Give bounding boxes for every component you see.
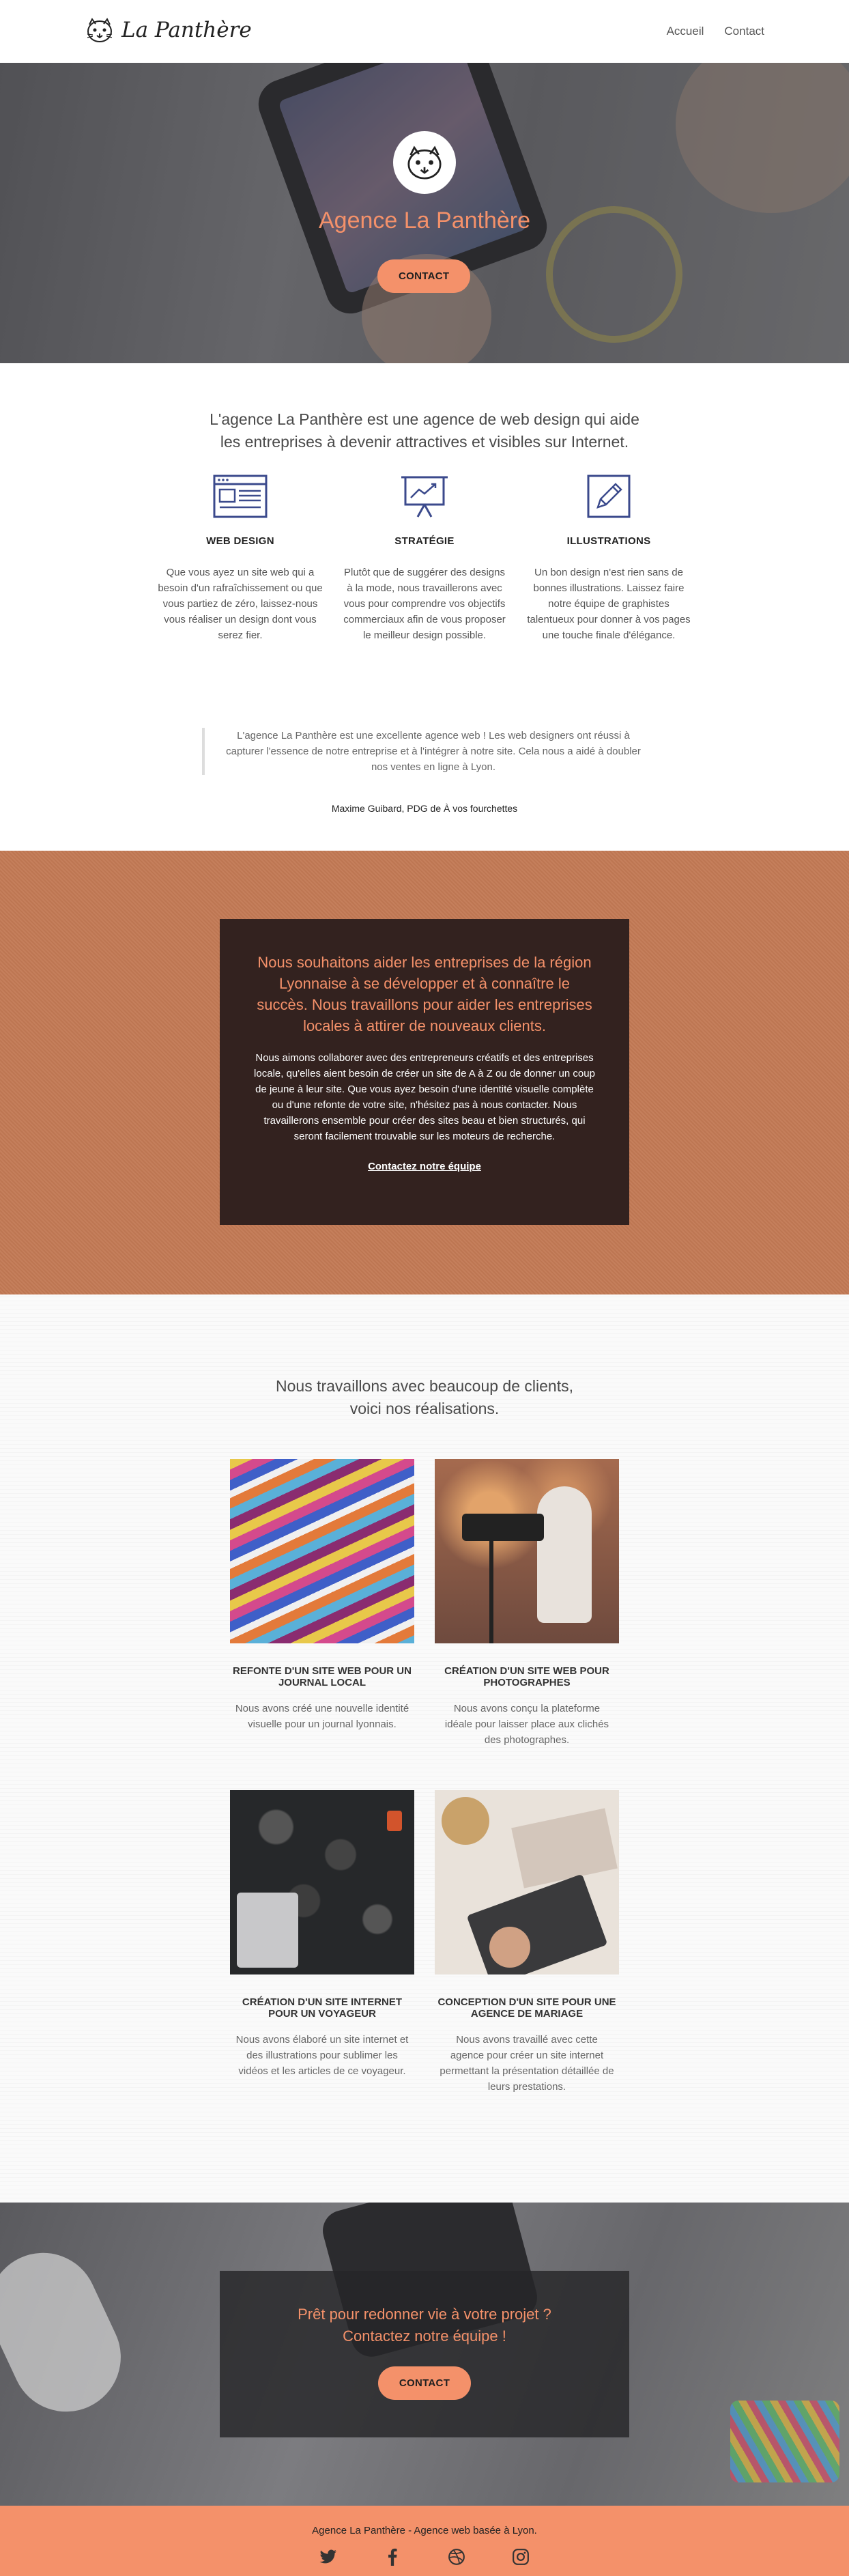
social-links [0, 2547, 849, 2566]
project-text: Nous avons créé une nouvelle identité vi… [235, 1703, 409, 1730]
project-image-desk-laptop[interactable] [435, 1790, 619, 1975]
hero-title: Agence La Panthère [318, 208, 531, 233]
nav-link-contact[interactable]: Contact [724, 25, 764, 38]
presentation-chart-icon [401, 476, 448, 518]
facebook-icon[interactable] [383, 2547, 402, 2566]
project-image-magazines[interactable] [230, 1459, 414, 1643]
project-card[interactable]: CRÉATION D'UN SITE INTERNET POUR UN VOYA… [230, 1790, 414, 2079]
feature-text: Un bon design n'est rien sans de bonnes … [527, 567, 691, 641]
feature-title: WEB DESIGN [206, 535, 274, 547]
pencil-icon [587, 475, 631, 518]
hero-logo-badge [393, 131, 456, 194]
footer-text: Agence La Panthère - Agence web basée à … [312, 2525, 537, 2536]
site-footer: Agence La Panthère - Agence web basée à … [0, 2506, 849, 2576]
project-title: CRÉATION D'UN SITE WEB POUR PHOTOGRAPHES [444, 1665, 609, 1688]
project-card[interactable]: CONCEPTION D'UN SITE POUR UNE AGENCE DE … [435, 1790, 619, 2095]
mission-box: Nous souhaitons aider les entreprises de… [220, 919, 629, 1225]
projects-section: Nous travaillons avec beaucoup de client… [0, 1294, 849, 2203]
mission-heading: Nous souhaitons aider les entreprises de… [257, 954, 592, 1034]
cta-heading: Prêt pour redonner vie à votre projet ? … [298, 2306, 551, 2345]
brand-name: La Panthère [121, 18, 252, 42]
hero-section: Agence La Panthère CONTACT [0, 63, 849, 363]
dribbble-icon[interactable] [447, 2547, 466, 2566]
contact-team-link[interactable]: Contactez notre équipe [368, 1161, 481, 1172]
panther-logo-icon [87, 18, 113, 42]
cta-section: Prêt pour redonner vie à votre projet ? … [0, 2203, 849, 2506]
testimonial-author: Maxime Guibard, PDG de À vos fourchettes [331, 803, 518, 814]
feature-text: Que vous ayez un site web qui a besoin d… [158, 567, 323, 641]
mission-section: Nous souhaitons aider les entreprises de… [0, 851, 849, 1294]
feature-title: STRATÉGIE [394, 535, 455, 547]
cta-contact-button[interactable]: CONTACT [377, 2366, 472, 2400]
feature-illustrations: ILLUSTRATIONS Un bon design n'est rien s… [526, 472, 692, 643]
project-title: REFONTE D'UN SITE WEB POUR UN JOURNAL LO… [233, 1665, 412, 1688]
project-title: CRÉATION D'UN SITE INTERNET POUR UN VOYA… [242, 1996, 403, 2020]
project-text: Nous avons élaboré un site internet et d… [235, 2034, 409, 2077]
panther-icon [407, 145, 442, 180]
feature-text: Plutôt que de suggérer des designs à la … [343, 567, 506, 641]
brand-logo[interactable]: La Panthère [85, 15, 252, 45]
site-header: La Panthère Accueil Contact [0, 0, 849, 63]
project-card[interactable]: REFONTE D'UN SITE WEB POUR UN JOURNAL LO… [230, 1459, 414, 1732]
instagram-icon[interactable] [511, 2547, 530, 2566]
feature-web-design: WEB DESIGN Que vous ayez un site web qui… [157, 472, 323, 643]
testimonial-quote: L'agence La Panthère est une excellente … [202, 728, 647, 775]
project-image-travel-gear[interactable] [230, 1790, 414, 1975]
main-nav: Accueil Contact [667, 25, 764, 38]
project-text: Nous avons conçu la plateforme idéale po… [444, 1703, 609, 1746]
cta-box: Prêt pour redonner vie à votre projet ? … [220, 2271, 629, 2437]
project-image-photographer[interactable] [435, 1459, 619, 1643]
hero-contact-button[interactable]: CONTACT [377, 259, 471, 293]
feature-strategie: STRATÉGIE Plutôt que de suggérer des des… [341, 472, 508, 643]
nav-link-accueil[interactable]: Accueil [667, 25, 704, 38]
browser-window-icon [213, 475, 268, 518]
project-card[interactable]: CRÉATION D'UN SITE WEB POUR PHOTOGRAPHES… [435, 1459, 619, 1748]
project-text: Nous avons travaillé avec cette agence p… [440, 2034, 614, 2093]
feature-title: ILLUSTRATIONS [566, 535, 651, 547]
intro-text: L'agence La Panthère est une agence de w… [210, 410, 639, 451]
twitter-icon[interactable] [319, 2547, 338, 2566]
features-row: WEB DESIGN Que vous ayez un site web qui… [157, 472, 692, 643]
projects-title: Nous travaillons avec beaucoup de client… [276, 1377, 573, 1417]
project-title: CONCEPTION D'UN SITE POUR UNE AGENCE DE … [437, 1996, 616, 2020]
mission-body: Nous aimons collaborer avec des entrepre… [254, 1052, 595, 1142]
